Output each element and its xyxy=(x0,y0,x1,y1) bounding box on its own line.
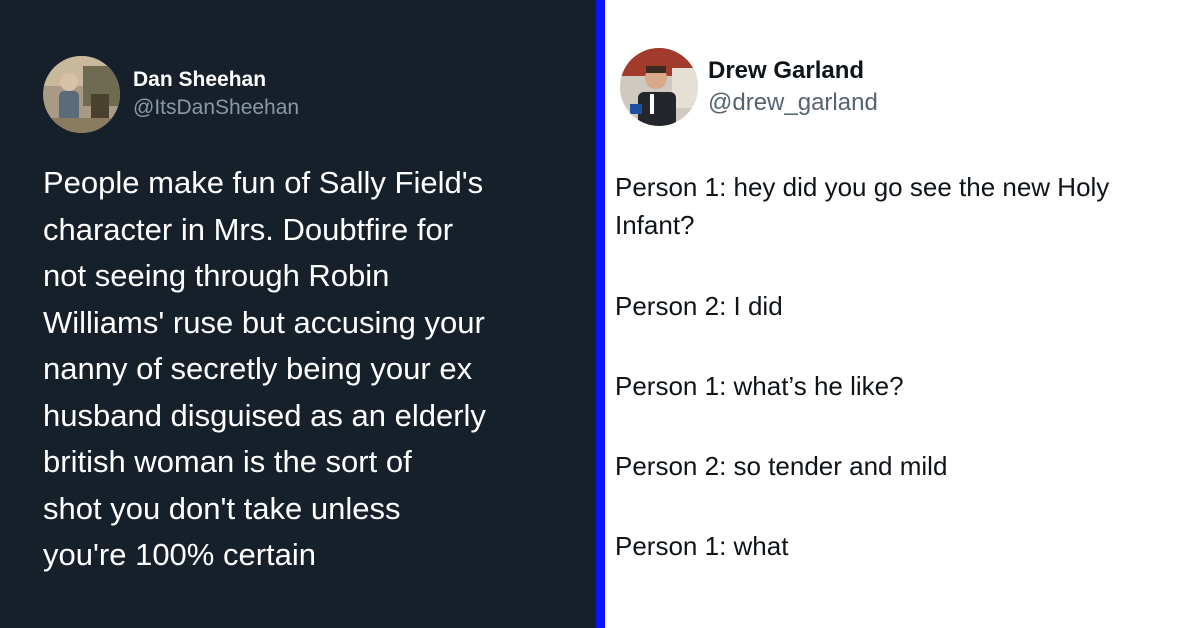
profile-photo-icon xyxy=(620,48,698,126)
tweet-text: People make fun of Sally Field's charact… xyxy=(43,165,486,572)
tweet-text-line: Person 2: I did xyxy=(615,291,783,321)
tweet-text-line: Person 1: hey did you go see the new Hol… xyxy=(615,172,1110,240)
panel-divider xyxy=(596,0,605,628)
tweet-comparison-image: Dan Sheehan @ItsDanSheehan People make f… xyxy=(0,0,1200,628)
profile-photo-icon xyxy=(43,56,120,133)
author-name[interactable]: Dan Sheehan xyxy=(133,68,266,92)
tweet-text-line: Person 1: what xyxy=(615,531,789,561)
tweet-text-line: Person 1: what’s he like? xyxy=(615,371,904,401)
author-name[interactable]: Drew Garland xyxy=(708,57,864,85)
author-handle[interactable]: @ItsDanSheehan xyxy=(133,96,299,120)
author-handle[interactable]: @drew_garland xyxy=(708,89,878,117)
dan-sheehan-avatar[interactable] xyxy=(43,56,120,133)
tweet-text-line: Person 2: so tender and mild xyxy=(615,451,948,481)
drew-garland-avatar[interactable] xyxy=(620,48,698,126)
left-tweet-card: Dan Sheehan @ItsDanSheehan People make f… xyxy=(0,0,596,628)
right-tweet-card: Drew Garland @drew_garland Person 1: hey… xyxy=(605,0,1200,628)
